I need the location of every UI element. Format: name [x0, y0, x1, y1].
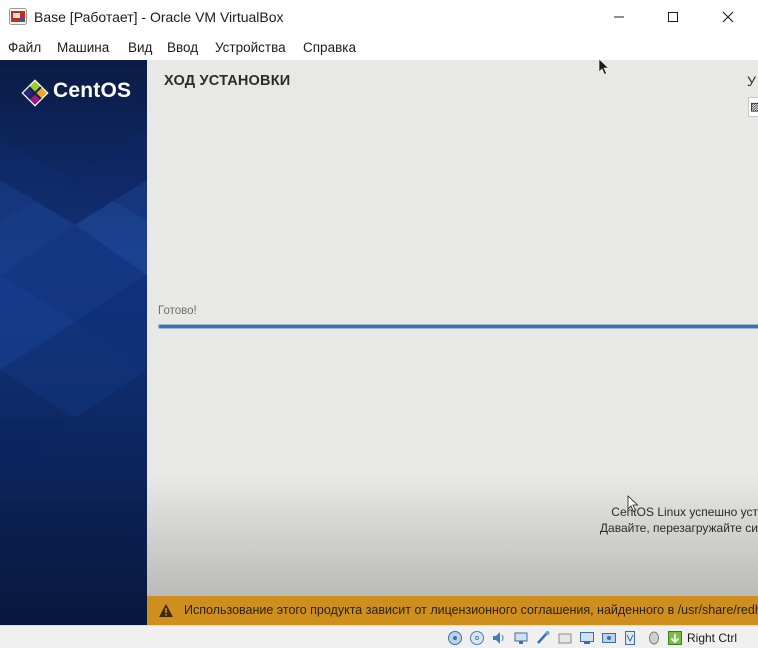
- maximize-button[interactable]: [650, 0, 696, 34]
- menu-bar: Файл Машина Вид Ввод Устройства Справка: [0, 36, 758, 58]
- mouse-pointer-icon: [598, 60, 610, 75]
- virtualbox-app-icon: [9, 8, 27, 25]
- vm-status-bar: Right Ctrl: [0, 625, 758, 648]
- shared-folders-icon[interactable]: [557, 630, 573, 646]
- sidebar-background: [0, 60, 147, 625]
- license-warning-bar: Использование этого продукта зависит от …: [147, 596, 758, 625]
- maximize-icon: [668, 12, 678, 22]
- completion-message-line2: Давайте, перезагружайте си: [599, 521, 758, 535]
- close-button[interactable]: [705, 0, 751, 34]
- header-letter: У: [747, 73, 756, 89]
- installer-sidebar: CentOS: [0, 60, 147, 625]
- menu-devices[interactable]: Устройства: [215, 40, 286, 55]
- close-icon: [722, 11, 734, 23]
- usb-icon[interactable]: [535, 630, 551, 646]
- progress-status-label: Готово!: [158, 305, 197, 317]
- vm-display[interactable]: CentOS ХОД УСТАНОВКИ У ▨ Готово! CentOS …: [0, 60, 758, 625]
- window-title: Base [Работает] - Oracle VM VirtualBox: [34, 9, 284, 25]
- host-key-label: Right Ctrl: [687, 631, 738, 645]
- menu-machine[interactable]: Машина: [57, 40, 109, 55]
- video-capture-icon[interactable]: [601, 630, 617, 646]
- centos-logo-text: CentOS: [53, 79, 132, 102]
- install-progress-bar: [158, 324, 758, 329]
- optical-drive-icon[interactable]: [469, 630, 485, 646]
- page-title: ХОД УСТАНОВКИ: [164, 73, 291, 89]
- window-titlebar[interactable]: Base [Работает] - Oracle VM VirtualBox: [0, 0, 758, 34]
- menu-help[interactable]: Справка: [303, 40, 356, 55]
- keyboard-layout-icon[interactable]: ▨: [748, 97, 758, 117]
- menu-input[interactable]: Ввод: [167, 40, 198, 55]
- minimize-icon: [614, 16, 624, 18]
- vm-mouse-pointer-icon: [627, 495, 639, 513]
- hard-disk-icon[interactable]: [447, 630, 463, 646]
- menu-view[interactable]: Вид: [128, 40, 152, 55]
- network-icon[interactable]: [513, 630, 529, 646]
- host-key-arrow-icon[interactable]: [667, 630, 683, 646]
- audio-icon[interactable]: [491, 630, 507, 646]
- minimize-button[interactable]: [596, 0, 642, 34]
- progress-fill: [159, 325, 758, 328]
- centos-logo-icon: [21, 79, 49, 107]
- menu-file[interactable]: Файл: [8, 40, 41, 55]
- license-notice-text: Использование этого продукта зависит от …: [184, 603, 758, 617]
- mouse-integration-icon[interactable]: [646, 630, 662, 646]
- installer-main: ХОД УСТАНОВКИ У ▨ Готово! CentOS Linux у…: [147, 60, 758, 625]
- warning-icon: [159, 604, 173, 617]
- cpu-icon[interactable]: [622, 630, 638, 646]
- display-icon[interactable]: [579, 630, 595, 646]
